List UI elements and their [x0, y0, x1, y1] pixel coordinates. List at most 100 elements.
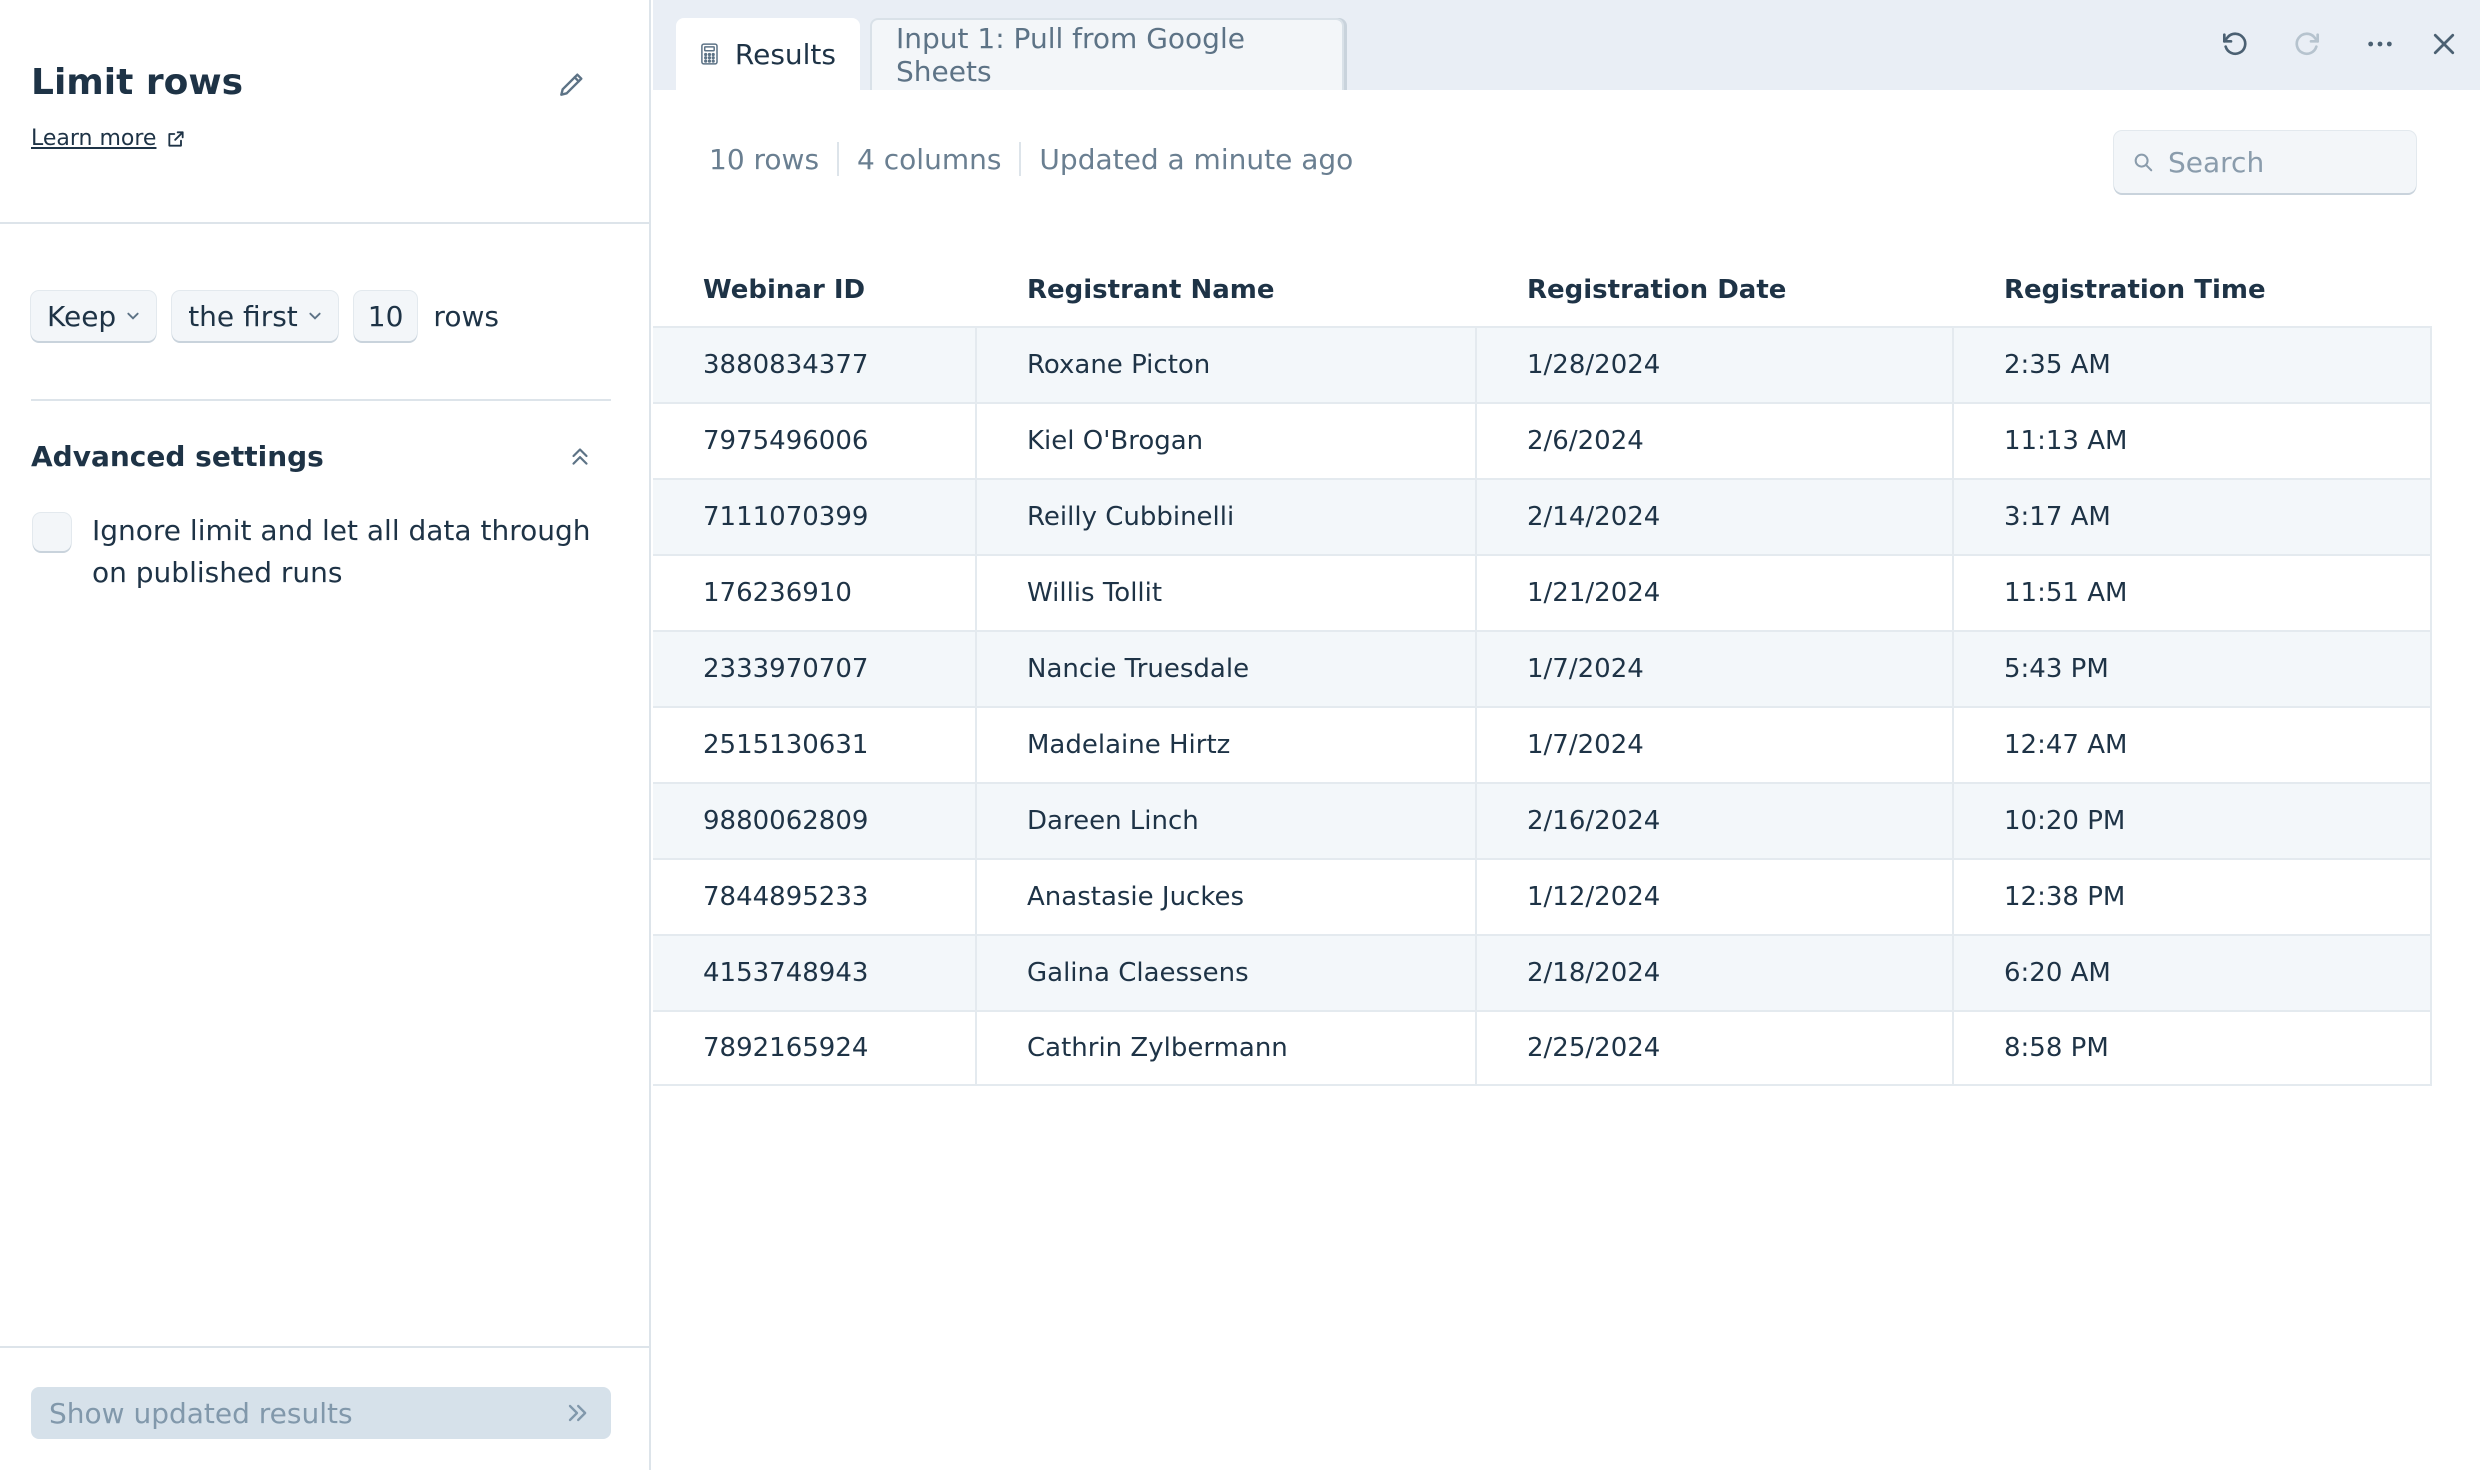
table-cell[interactable]: 1/7/2024 [1477, 708, 1954, 782]
table-row: 176236910 Willis Tollit 1/21/2024 11:51 AM [653, 554, 2432, 630]
external-link-icon [168, 130, 185, 147]
table-cell[interactable]: Willis Tollit [977, 556, 1477, 630]
position-dropdown[interactable]: the first [172, 291, 338, 341]
table-cell[interactable]: 5:43 PM [1954, 632, 2432, 706]
ignore-limit-checkbox[interactable] [33, 513, 71, 551]
table-cell[interactable]: 7111070399 [653, 480, 977, 554]
table-cell[interactable]: Roxane Picton [977, 328, 1477, 402]
table-cell[interactable]: Madelaine Hirtz [977, 708, 1477, 782]
chevron-double-up-icon [572, 448, 588, 465]
table-cell[interactable]: Galina Claessens [977, 936, 1477, 1010]
advanced-settings-title: Advanced settings [31, 440, 324, 473]
table-cell[interactable]: 2/18/2024 [1477, 936, 1954, 1010]
close-button[interactable] [2422, 22, 2466, 66]
table-cell[interactable]: 2/6/2024 [1477, 404, 1954, 478]
table-cell[interactable]: 2/16/2024 [1477, 784, 1954, 858]
table-cell[interactable]: 4153748943 [653, 936, 977, 1010]
rows-unit-label: rows [433, 299, 499, 333]
table-cell[interactable]: 9880062809 [653, 784, 977, 858]
table-cell[interactable]: 1/28/2024 [1477, 328, 1954, 402]
chevron-double-right-icon [568, 1404, 587, 1422]
show-updated-results-label: Show updated results [49, 1396, 353, 1430]
divider [31, 399, 611, 401]
column-header[interactable]: Webinar ID [653, 275, 977, 305]
search-input[interactable] [2168, 145, 2398, 179]
table-row: 7111070399 Reilly Cubbinelli 2/14/2024 3:17… [653, 478, 2432, 554]
table-cell[interactable]: 3880834377 [653, 328, 977, 402]
table-cell[interactable]: 2/25/2024 [1477, 1012, 1954, 1084]
more-horizontal-icon [2368, 41, 2392, 47]
table-cell[interactable]: 2333970707 [653, 632, 977, 706]
tab-input-1[interactable]: Input 1: Pull from Google Sheets [870, 18, 1344, 90]
redo-icon [2295, 32, 2319, 56]
tab-results-label: Results [734, 37, 836, 71]
mode-dropdown[interactable]: Keep [31, 291, 157, 341]
chevron-down-icon [127, 312, 139, 320]
table-cell[interactable]: 2:35 AM [1954, 328, 2432, 402]
table-row: 4153748943 Galina Claessens 2/18/2024 6:20 … [653, 934, 2432, 1010]
divider [0, 1346, 651, 1348]
tab-input-1-label: Input 1: Pull from Google Sheets [896, 22, 1245, 88]
calculator-icon [701, 43, 718, 65]
edit-title-button[interactable] [554, 66, 590, 102]
table-cell[interactable]: Reilly Cubbinelli [977, 480, 1477, 554]
more-options-button[interactable] [2358, 22, 2402, 66]
table-cell[interactable]: 1/12/2024 [1477, 860, 1954, 934]
divider [0, 222, 651, 224]
table-cell[interactable]: 11:13 AM [1954, 404, 2432, 478]
table-row: 7844895233 Anastasie Juckes 1/12/2024 12:38… [653, 858, 2432, 934]
tab-results[interactable]: Results [676, 18, 860, 90]
table-header: Webinar ID Registrant Name Registration … [653, 254, 2432, 326]
row-count-input[interactable]: 10 [353, 291, 418, 341]
limit-config-row: Keep the first 10 rows [31, 291, 499, 341]
table-cell[interactable]: 1/7/2024 [1477, 632, 1954, 706]
row-count-summary: 10 rows [709, 142, 820, 176]
table-cell[interactable]: 1/21/2024 [1477, 556, 1954, 630]
table-cell[interactable]: 2/14/2024 [1477, 480, 1954, 554]
ignore-limit-label: Ignore limit and let all data through on… [92, 514, 591, 589]
tab-bar: Results Input 1: Pull from Google Sheets [653, 0, 2480, 90]
results-summary: 10 rows 4 columns Updated a minute ago [709, 142, 1353, 176]
chevron-down-icon [309, 312, 321, 320]
table-cell[interactable]: 8:58 PM [1954, 1012, 2432, 1084]
row-count-value: 10 [367, 299, 404, 333]
table-cell[interactable]: 7892165924 [653, 1012, 977, 1084]
column-header[interactable]: Registrant Name [977, 275, 1477, 305]
table-cell[interactable]: 7844895233 [653, 860, 977, 934]
mode-value: Keep [47, 299, 117, 333]
table-row: 7975496006 Kiel O'Brogan 2/6/2024 11:13 AM [653, 402, 2432, 478]
undo-button[interactable] [2213, 22, 2257, 66]
close-icon [2433, 33, 2455, 55]
position-value: the first [188, 299, 298, 333]
column-header[interactable]: Registration Date [1477, 275, 1954, 305]
step-config-panel: Limit rows Learn more Keep the first 10 … [0, 0, 651, 1470]
table-cell[interactable]: 6:20 AM [1954, 936, 2432, 1010]
separator [837, 142, 840, 176]
results-area: Results Input 1: Pull from Google Sheets [653, 0, 2480, 1470]
results-table: Webinar ID Registrant Name Registration … [653, 254, 2432, 1086]
table-cell[interactable]: Anastasie Juckes [977, 860, 1477, 934]
table-cell[interactable]: 3:17 AM [1954, 480, 2432, 554]
learn-more-label: Learn more [31, 126, 157, 151]
learn-more-link[interactable]: Learn more [31, 126, 186, 151]
table-row: 2333970707 Nancie Truesdale 1/7/2024 5:43 P… [653, 630, 2432, 706]
updated-status: Updated a minute ago [1039, 142, 1354, 176]
table-cell[interactable]: 176236910 [653, 556, 977, 630]
collapse-advanced-button[interactable] [562, 438, 598, 474]
table-cell[interactable]: 10:20 PM [1954, 784, 2432, 858]
table-cell[interactable]: 2515130631 [653, 708, 977, 782]
search-box[interactable] [2114, 131, 2416, 193]
table-cell[interactable]: Nancie Truesdale [977, 632, 1477, 706]
table-cell[interactable]: Cathrin Zylbermann [977, 1012, 1477, 1084]
table-cell[interactable]: 12:38 PM [1954, 860, 2432, 934]
table-row: 7892165924 Cathrin Zylbermann 2/25/2024 8:5… [653, 1010, 2432, 1086]
table-cell[interactable]: 11:51 AM [1954, 556, 2432, 630]
table-cell[interactable]: Kiel O'Brogan [977, 404, 1477, 478]
table-row: 2515130631 Madelaine Hirtz 1/7/2024 12:47 A… [653, 706, 2432, 782]
table-cell[interactable]: Dareen Linch [977, 784, 1477, 858]
column-header[interactable]: Registration Time [1954, 275, 2432, 305]
table-cell[interactable]: 7975496006 [653, 404, 977, 478]
show-updated-results-button[interactable]: Show updated results [31, 1387, 611, 1439]
table-cell[interactable]: 12:47 AM [1954, 708, 2432, 782]
redo-button[interactable] [2285, 22, 2329, 66]
